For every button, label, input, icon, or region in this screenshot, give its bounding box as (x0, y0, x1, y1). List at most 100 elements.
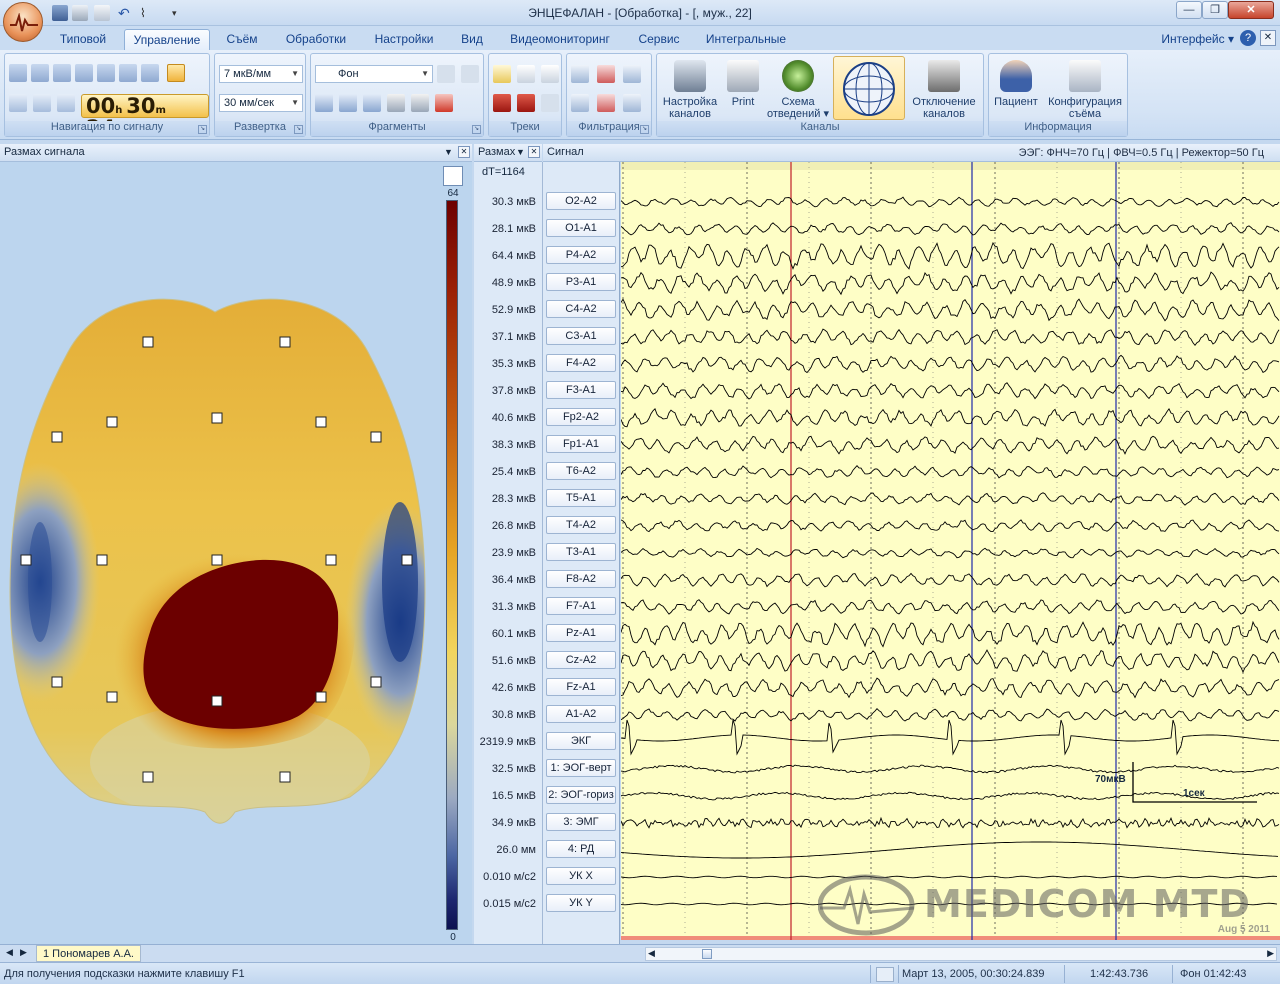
filter-high-icon[interactable] (623, 65, 641, 83)
config-button[interactable]: Конфигурация съёма (1043, 58, 1127, 122)
channel-name-button[interactable]: 2: ЭОГ-гориз (546, 786, 616, 804)
electrode-f8[interactable] (370, 431, 382, 443)
horizontal-scrollbar[interactable]: ◀ ▶ (645, 947, 1277, 961)
sensitivity-select[interactable]: 7 мкВ/мм ▼ (219, 65, 303, 83)
dialog-launcher-icon[interactable]: ↘ (472, 125, 481, 134)
tab-syom[interactable]: Съём (218, 29, 266, 50)
scroll-right-icon[interactable]: ▶ (20, 947, 27, 958)
document-tab-patient[interactable]: 1 Пономарев А.А. (36, 945, 141, 962)
scrollbar-right-arrow-icon[interactable]: ▶ (1267, 948, 1274, 959)
filter-notch-icon[interactable] (597, 65, 615, 83)
electrode-fp1[interactable] (142, 336, 154, 348)
track-mark-icon[interactable] (493, 94, 511, 112)
electrode-pz[interactable] (211, 695, 223, 707)
channel-name-button[interactable]: C3-A1 (546, 327, 616, 345)
fragment-select[interactable]: Фон ▼ (315, 65, 433, 83)
sync-icon[interactable] (167, 64, 185, 82)
electrode-t5[interactable] (51, 676, 63, 688)
channel-name-button[interactable]: Fp2-A2 (546, 408, 616, 426)
people-2-icon[interactable] (33, 94, 51, 112)
person-icon[interactable] (57, 94, 75, 112)
eeg-signal-area[interactable]: 70мкВ 1сек (621, 162, 1280, 940)
fragment-edit-icon[interactable] (363, 94, 381, 112)
electrode-c3[interactable] (96, 554, 108, 566)
electrode-t3[interactable] (20, 554, 32, 566)
panel-close-icon[interactable]: ✕ (458, 146, 470, 158)
channel-name-button[interactable]: Fp1-A1 (546, 435, 616, 453)
electrode-f4[interactable] (315, 416, 327, 428)
scale-settings-icon[interactable] (443, 166, 463, 186)
channel-name-button[interactable]: 4: РД (546, 840, 616, 858)
dialog-launcher-icon[interactable]: ↘ (294, 125, 303, 134)
channel-name-button[interactable]: 3: ЭМГ (546, 813, 616, 831)
electrode-p3[interactable] (106, 691, 118, 703)
tab-servis[interactable]: Сервис (628, 29, 690, 50)
fragment-next-icon[interactable] (461, 65, 479, 83)
electrode-t6[interactable] (370, 676, 382, 688)
filter-notch-2-icon[interactable] (597, 94, 615, 112)
channel-name-button[interactable]: УК Y (546, 894, 616, 912)
channel-name-button[interactable]: O1-A1 (546, 219, 616, 237)
lead-scheme-button[interactable]: Схема отведений ▾ (765, 58, 831, 122)
last-icon[interactable] (141, 64, 159, 82)
play-icon[interactable] (75, 64, 93, 82)
track-add-icon[interactable] (493, 65, 511, 83)
close-button[interactable]: ✕ (1228, 1, 1274, 19)
scrollbar-thumb[interactable] (702, 949, 712, 959)
channel-name-button[interactable]: 1: ЭОГ-верт (546, 759, 616, 777)
fast-forward-icon[interactable] (119, 64, 137, 82)
fragment-prev-icon[interactable] (437, 65, 455, 83)
first-icon[interactable] (9, 64, 27, 82)
print-button[interactable]: Print (725, 58, 761, 122)
channel-name-button[interactable]: Cz-A2 (546, 651, 616, 669)
channel-name-button[interactable]: T6-A2 (546, 462, 616, 480)
electrode-p4[interactable] (315, 691, 327, 703)
electrode-c4[interactable] (325, 554, 337, 566)
channel-setup-button[interactable]: Настройка каналов (659, 58, 721, 122)
head-map-button[interactable] (833, 56, 905, 120)
app-menu-button[interactable] (3, 2, 43, 42)
fragment-list-icon[interactable] (411, 94, 429, 112)
channel-name-button[interactable]: A1-A2 (546, 705, 616, 723)
panel-close-icon[interactable]: ✕ (528, 146, 540, 158)
channel-name-button[interactable]: F3-A1 (546, 381, 616, 399)
help-icon[interactable]: ? (1240, 30, 1256, 46)
track-copy-icon[interactable] (517, 65, 535, 83)
electrode-f7[interactable] (51, 431, 63, 443)
channel-name-button[interactable]: Fz-A1 (546, 678, 616, 696)
electrode-fp2[interactable] (279, 336, 291, 348)
fragment-delete-icon[interactable] (435, 94, 453, 112)
channel-name-button[interactable]: F8-A2 (546, 570, 616, 588)
tab-upravlenie[interactable]: Управление (124, 29, 210, 50)
electrode-o1[interactable] (142, 771, 154, 783)
tab-videomonitoring[interactable]: Видеомониторинг (502, 29, 618, 50)
channel-name-button[interactable]: F4-A2 (546, 354, 616, 372)
tab-integralnye[interactable]: Интегральные (700, 29, 792, 50)
electrode-cz[interactable] (211, 554, 223, 566)
people-1-icon[interactable] (9, 94, 27, 112)
maximize-button[interactable]: ❐ (1202, 1, 1228, 19)
channel-name-button[interactable]: C4-A2 (546, 300, 616, 318)
electrode-f3[interactable] (106, 416, 118, 428)
patient-button[interactable]: Пациент (991, 58, 1041, 122)
fragment-name-icon[interactable] (387, 94, 405, 112)
fragment-add-icon[interactable] (315, 94, 333, 112)
step-forward-icon[interactable] (97, 64, 115, 82)
track-clear-icon[interactable] (517, 94, 535, 112)
minimize-button[interactable]: — (1176, 1, 1202, 19)
tab-tipovoy[interactable]: Типовой (50, 29, 116, 50)
channel-name-button[interactable]: P4-A2 (546, 246, 616, 264)
scrollbar-left-arrow-icon[interactable]: ◀ (648, 948, 655, 959)
filter-low-icon[interactable] (571, 65, 589, 83)
track-settings-icon[interactable] (541, 94, 559, 112)
speed-select[interactable]: 30 мм/сек ▼ (219, 94, 303, 112)
electrode-fz[interactable] (211, 412, 223, 424)
fast-back-icon[interactable] (31, 64, 49, 82)
channel-name-button[interactable]: T3-A1 (546, 543, 616, 561)
interface-menu[interactable]: Интерфейс ▾ (1161, 32, 1234, 46)
dialog-launcher-icon[interactable]: ↘ (640, 125, 649, 134)
disable-channels-button[interactable]: Отключение каналов (907, 58, 981, 122)
dialog-launcher-icon[interactable]: ↘ (198, 125, 207, 134)
channel-name-button[interactable]: F7-A1 (546, 597, 616, 615)
tab-nastroyki[interactable]: Настройки (366, 29, 442, 50)
